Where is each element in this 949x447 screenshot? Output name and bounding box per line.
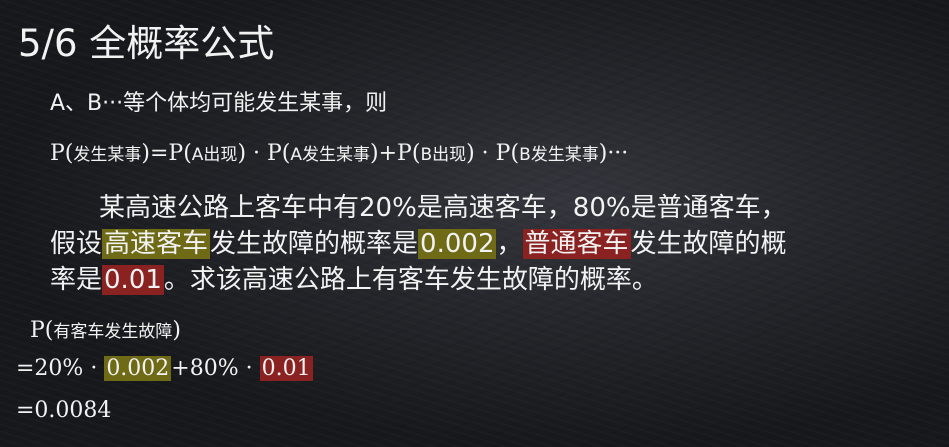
formula-p-open: P( — [50, 141, 74, 166]
solution-p-open: P( — [30, 318, 54, 343]
problem-line-2-c: ， — [496, 229, 523, 259]
problem-line-3-b: 。求该高速公路上有客车发生故障的概率。 — [163, 265, 658, 295]
highlight-normal-bus: 普通客车 — [522, 229, 631, 259]
formula-a-event: A发生某事 — [290, 145, 371, 165]
formula-event: 发生某事 — [73, 145, 142, 165]
problem-line-2: 假设高速客车发生故障的概率是0.002，普通客车发生故障的概 — [50, 226, 787, 262]
problem-line-2-b: 发生故障的概率是 — [210, 229, 419, 259]
formula-dot2: ) · P( — [466, 141, 520, 166]
formula-b-appear: B出现 — [420, 145, 467, 165]
formula-dot1: ) · P( — [237, 141, 291, 166]
problem-line-2-a: 假设 — [50, 229, 103, 259]
solution-p-close: ) — [172, 318, 181, 343]
solution-highlight-001: 0.01 — [259, 356, 313, 381]
solution-step-2-b: +80% · — [171, 356, 260, 381]
total-probability-formula: P(发生某事)=P(A出现) · P(A发生某事)+P(B出现) · P(B发生… — [50, 141, 628, 167]
formula-b-event: B发生某事 — [519, 145, 599, 165]
problem-line-3-a: 率是 — [50, 265, 103, 295]
solution-step-1: P(有客车发生故障) — [30, 318, 181, 344]
highlight-prob-001: 0.01 — [102, 265, 164, 295]
slide: 5/6 全概率公式 A、B···等个体均可能发生某事，则 P(发生某事)=P(A… — [0, 0, 949, 447]
solution-step-2: =20% · 0.002+80% · 0.01 — [16, 356, 313, 382]
solution-step-2-a: =20% · — [16, 356, 105, 381]
highlight-prob-0002: 0.002 — [418, 229, 497, 259]
formula-eq: )=P( — [141, 141, 192, 166]
formula-tail: )··· — [598, 141, 629, 166]
formula-plus: )+P( — [370, 141, 421, 166]
problem-statement: 某高速公路上客车中有20%是高速客车，80%是普通客车， 假设高速客车发生故障的… — [50, 190, 787, 298]
solution-step-3: =0.0084 — [16, 398, 112, 423]
solution-event: 有客车发生故障 — [53, 322, 173, 342]
formula-a-appear: A出现 — [191, 145, 238, 165]
premise-text: A、B···等个体均可能发生某事，则 — [50, 91, 388, 116]
problem-line-1: 某高速公路上客车中有20%是高速客车，80%是普通客车， — [99, 193, 787, 223]
problem-line-2-d: 发生故障的概 — [630, 229, 787, 259]
slide-title: 5/6 全概率公式 — [18, 22, 275, 65]
problem-line-3: 率是0.01。求该高速公路上有客车发生故障的概率。 — [50, 262, 787, 298]
highlight-express-bus: 高速客车 — [102, 229, 211, 259]
solution-highlight-0002: 0.002 — [104, 356, 172, 381]
